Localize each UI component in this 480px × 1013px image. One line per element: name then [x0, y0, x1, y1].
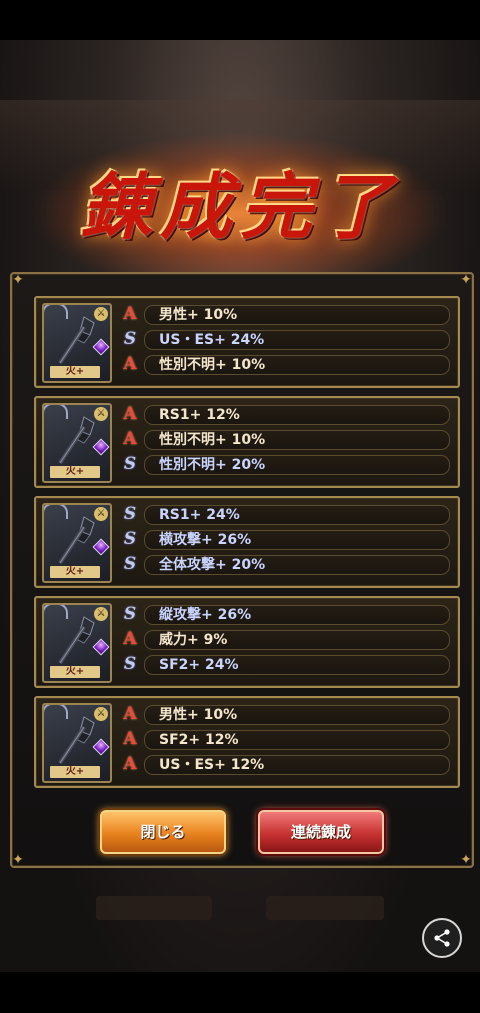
effect-bar: 性別不明+ 20% — [144, 455, 450, 475]
effect-rank-icon: A — [123, 304, 137, 324]
effect-rank-icon: A — [123, 404, 137, 424]
axe-icon — [58, 316, 95, 365]
effect-rank-icon: A — [123, 704, 137, 724]
effect-text: RS1+ 12% — [159, 407, 240, 423]
effect-row: S 横攻撃+ 26% — [118, 529, 450, 550]
effect-row: S RS1+ 24% — [118, 504, 450, 525]
weapon-element-tag: 火+ — [50, 366, 100, 378]
effect-rank-icon: A — [123, 629, 137, 649]
effect-bar: SF2+ 12% — [144, 730, 450, 750]
effect-text: 威力+ 9% — [159, 632, 228, 648]
effect-rank-icon: S — [123, 604, 137, 624]
sword-badge-icon: ⚔ — [94, 607, 108, 621]
effect-text: 全体攻撃+ 20% — [159, 557, 266, 573]
forge-result-card: ⚔ 火+ S 縦攻撃+ 26% A 威力+ 9% S SF2+ 24% — [34, 596, 460, 688]
weapon-thumbnail[interactable]: ⚔ 火+ — [42, 503, 112, 583]
effect-row: S 縦攻撃+ 26% — [118, 604, 450, 625]
effect-rank-icon: S — [123, 529, 137, 549]
effect-bar: SF2+ 24% — [144, 655, 450, 675]
axe-icon — [58, 716, 95, 765]
share-button[interactable] — [422, 918, 462, 958]
effect-row: A US・ES+ 12% — [118, 754, 450, 775]
weapon-element-tag: 火+ — [50, 766, 100, 778]
effect-row: A 性別不明+ 10% — [118, 429, 450, 450]
effect-bar: 男性+ 10% — [144, 705, 450, 725]
effect-bar: 縦攻撃+ 26% — [144, 605, 450, 625]
corner-ornament-icon: ✦ — [12, 852, 24, 868]
effect-row: A 性別不明+ 10% — [118, 354, 450, 375]
axe-icon — [58, 616, 95, 665]
effect-rank-icon: S — [123, 329, 137, 349]
effect-rank-icon: S — [123, 504, 137, 524]
continue-forging-button[interactable]: 連続錬成 — [258, 810, 384, 854]
effect-text: SF2+ 12% — [159, 732, 239, 748]
forge-result-card: ⚔ 火+ A 男性+ 10% S US・ES+ 24% A 性別不明+ 10% — [34, 296, 460, 388]
result-panel: ✦ ✦ ✦ ✦ ⚔ 火+ A 男性+ 10% S US・ES+ 24% A 性別不明+ 10%… — [10, 272, 474, 868]
effect-row: S 性別不明+ 20% — [118, 454, 450, 475]
weapon-thumbnail[interactable]: ⚔ 火+ — [42, 603, 112, 683]
corner-ornament-icon: ✦ — [460, 852, 472, 868]
effect-text: 性別不明+ 10% — [159, 357, 266, 373]
page-title: 錬成完了 — [79, 164, 400, 249]
effect-text: 男性+ 10% — [159, 307, 238, 323]
corner-ornament-icon: ✦ — [460, 272, 472, 288]
forge-result-card: ⚔ 火+ A RS1+ 12% A 性別不明+ 10% S 性別不明+ 20% — [34, 396, 460, 488]
effect-bar: 威力+ 9% — [144, 630, 450, 650]
corner-ornament-icon: ✦ — [12, 272, 24, 288]
effect-bar: 横攻撃+ 26% — [144, 530, 450, 550]
effect-rank-icon: A — [123, 754, 137, 774]
effect-rank-icon: S — [123, 454, 137, 474]
effect-bar: 全体攻撃+ 20% — [144, 555, 450, 575]
background-button-shadow — [96, 896, 212, 920]
effect-rank-icon: A — [123, 429, 137, 449]
effect-row: S US・ES+ 24% — [118, 329, 450, 350]
effect-bar: 男性+ 10% — [144, 305, 450, 325]
effect-row: A 男性+ 10% — [118, 304, 450, 325]
effect-rank-icon: S — [123, 654, 137, 674]
weapon-element-tag: 火+ — [50, 566, 100, 578]
effect-bar: US・ES+ 24% — [144, 330, 450, 350]
effect-text: US・ES+ 24% — [159, 332, 265, 348]
effect-bar: US・ES+ 12% — [144, 755, 450, 775]
effect-row: A SF2+ 12% — [118, 729, 450, 750]
effect-row: A 威力+ 9% — [118, 629, 450, 650]
effect-text: SF2+ 24% — [159, 657, 239, 673]
weapon-thumbnail[interactable]: ⚔ 火+ — [42, 303, 112, 383]
effect-text: 縦攻撃+ 26% — [159, 607, 252, 623]
axe-icon — [58, 516, 95, 565]
effect-text: 性別不明+ 10% — [159, 432, 266, 448]
effect-bar: 性別不明+ 10% — [144, 355, 450, 375]
axe-icon — [58, 416, 95, 465]
sword-badge-icon: ⚔ — [94, 307, 108, 321]
sword-badge-icon: ⚔ — [94, 707, 108, 721]
effect-text: US・ES+ 12% — [159, 757, 265, 773]
effect-bar: RS1+ 12% — [144, 405, 450, 425]
background-button-shadow — [266, 896, 384, 920]
effect-text: RS1+ 24% — [159, 507, 240, 523]
effect-row: A 男性+ 10% — [118, 704, 450, 725]
weapon-thumbnail[interactable]: ⚔ 火+ — [42, 403, 112, 483]
forge-result-card: ⚔ 火+ A 男性+ 10% A SF2+ 12% A US・ES+ 12% — [34, 696, 460, 788]
effect-bar: RS1+ 24% — [144, 505, 450, 525]
forge-result-card: ⚔ 火+ S RS1+ 24% S 横攻撃+ 26% S 全体攻撃+ 20% — [34, 496, 460, 588]
share-icon — [434, 929, 450, 947]
weapon-element-tag: 火+ — [50, 466, 100, 478]
effect-bar: 性別不明+ 10% — [144, 430, 450, 450]
effect-text: 性別不明+ 20% — [159, 457, 266, 473]
sword-badge-icon: ⚔ — [94, 507, 108, 521]
effect-rank-icon: S — [123, 554, 137, 574]
effect-rank-icon: A — [123, 729, 137, 749]
effect-text: 男性+ 10% — [159, 707, 238, 723]
effect-row: S 全体攻撃+ 20% — [118, 554, 450, 575]
effect-row: S SF2+ 24% — [118, 654, 450, 675]
close-button[interactable]: 閉じる — [100, 810, 226, 854]
effect-rank-icon: A — [123, 354, 137, 374]
sword-badge-icon: ⚔ — [94, 407, 108, 421]
weapon-thumbnail[interactable]: ⚔ 火+ — [42, 703, 112, 783]
weapon-element-tag: 火+ — [50, 666, 100, 678]
effect-row: A RS1+ 12% — [118, 404, 450, 425]
effect-text: 横攻撃+ 26% — [159, 532, 252, 548]
